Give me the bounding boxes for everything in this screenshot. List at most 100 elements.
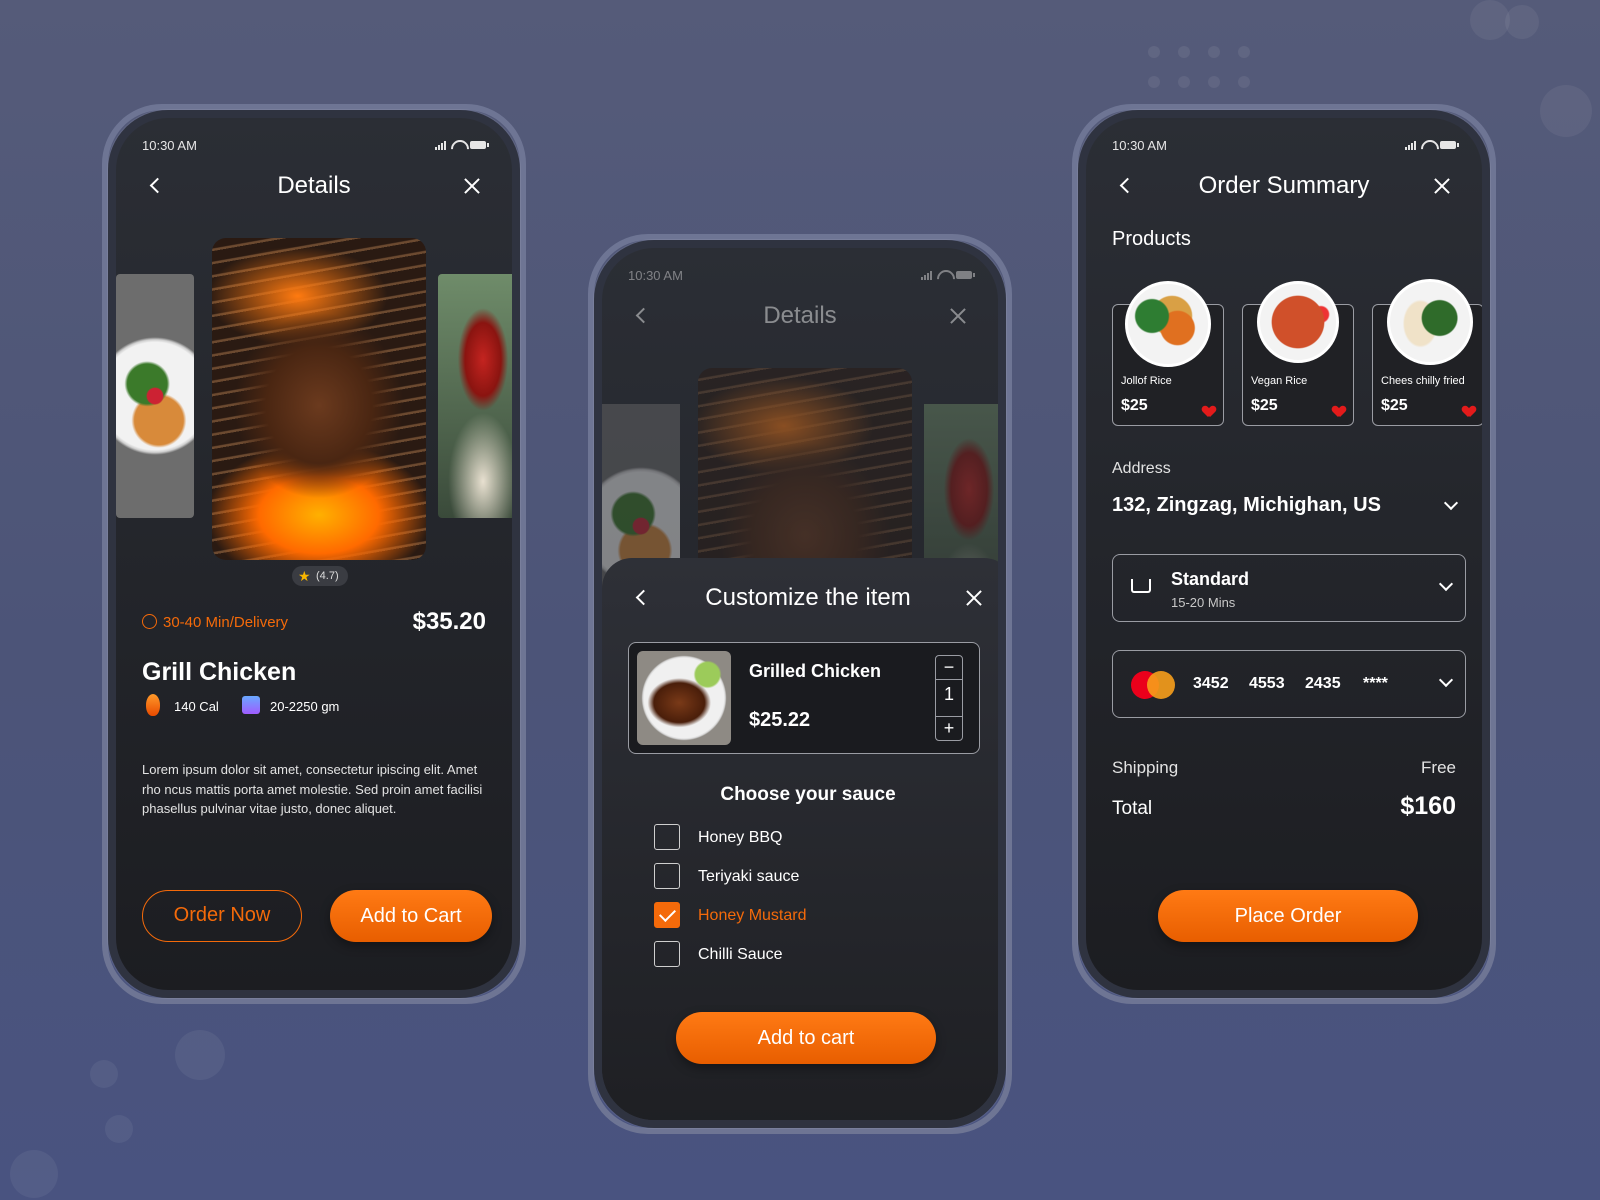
card-number-group: 3452 (1193, 675, 1229, 692)
shipping-option-name: Standard (1171, 569, 1250, 589)
scale-icon (242, 696, 260, 714)
heart-icon[interactable] (1463, 406, 1475, 417)
add-to-cart-button[interactable]: Add to cart (676, 1012, 936, 1064)
item-name: Grilled Chicken (749, 661, 882, 681)
background-circle (175, 1030, 225, 1080)
product-name: Vegan Rice (1251, 375, 1308, 387)
phone-details: 10:30 AM Details ★ (4.7) 30-40 Min/Deliv… (108, 110, 520, 998)
customize-screen: 10:30 AM Details Customize the item Gril… (602, 248, 998, 1120)
checkbox-checked[interactable] (654, 902, 680, 928)
checkbox[interactable] (654, 941, 680, 967)
background-circle (1505, 5, 1539, 39)
background-dot (1148, 76, 1160, 88)
background-dot (1148, 46, 1160, 58)
rating-badge: ★ (4.7) (292, 566, 348, 586)
page-title: Details (277, 172, 351, 199)
wifi-icon (1421, 140, 1435, 150)
nav-bar: Order Summary (1106, 166, 1462, 206)
total-label: Total (1112, 798, 1153, 819)
sauce-option[interactable]: Teriyaki sauce (654, 863, 954, 891)
signal-icon (1405, 140, 1416, 150)
product-card[interactable]: Chees chilly fried $25 (1372, 279, 1482, 426)
food-image-main[interactable] (212, 238, 426, 560)
star-icon: ★ (298, 568, 311, 584)
shipping-value: Free (1421, 758, 1456, 777)
sauce-option[interactable]: Honey Mustard (654, 902, 954, 930)
food-image-right[interactable] (438, 274, 512, 518)
sheet-close-icon[interactable] (964, 588, 984, 608)
shipping-option-time: 15-20 Mins (1171, 595, 1236, 610)
product-image (1125, 281, 1211, 367)
description: Lorem ipsum dolor sit amet, consectetur … (142, 762, 483, 816)
sauce-label: Honey Mustard (698, 907, 807, 924)
chevron-down-icon[interactable] (1442, 496, 1460, 514)
shipping-label: Shipping (1112, 758, 1179, 777)
checkbox[interactable] (654, 863, 680, 889)
battery-icon (1440, 141, 1459, 149)
fire-icon (146, 694, 160, 716)
sauce-heading: Choose your sauce (720, 784, 896, 805)
product-card[interactable]: Vegan Rice $25 (1242, 281, 1354, 426)
status-time: 10:30 AM (628, 268, 683, 283)
chevron-down-icon[interactable] (1437, 673, 1455, 691)
signal-icon (435, 140, 446, 150)
background-dot (1178, 46, 1190, 58)
wifi-icon (451, 140, 465, 150)
product-name: Chees chilly fried (1381, 375, 1465, 387)
background-dot (1238, 46, 1250, 58)
sauce-option[interactable]: Chilli Sauce (654, 941, 954, 969)
plus-button[interactable]: + (936, 716, 962, 740)
order-now-button[interactable]: Order Now (142, 890, 302, 942)
background-circle (90, 1060, 118, 1088)
product-price: $25 (1121, 397, 1148, 414)
quantity-value: 1 (943, 684, 954, 704)
item-card: Grilled Chicken $25.22 − 1 + (628, 642, 980, 754)
add-to-cart-button[interactable]: Add to Cart (330, 890, 492, 942)
phone-order-summary: 10:30 AM Order Summary Products Jollof R… (1078, 110, 1490, 998)
address-label: Address (1112, 460, 1171, 477)
details-screen: 10:30 AM Details ★ (4.7) 30-40 Min/Deliv… (116, 118, 512, 990)
nav-bar: Details (622, 296, 978, 336)
sauce-label: Honey BBQ (698, 829, 783, 846)
background-circle (1470, 0, 1510, 40)
wifi-icon (937, 270, 951, 280)
background-circle (105, 1115, 133, 1143)
background-circle (1540, 85, 1592, 137)
background-dot (1208, 76, 1220, 88)
mastercard-icon (1131, 671, 1175, 699)
sauce-label: Teriyaki sauce (698, 868, 800, 885)
battery-icon (956, 271, 975, 279)
product-card[interactable]: Jollof Rice $25 (1112, 281, 1224, 426)
item-price: $25.22 (749, 709, 811, 731)
payment-card-selector[interactable]: 3452 4553 2435 **** (1112, 650, 1466, 718)
status-bar: 10:30 AM (628, 268, 975, 284)
minus-button[interactable]: − (936, 656, 962, 680)
product-name: Jollof Rice (1121, 375, 1172, 387)
status-bar: 10:30 AM (1112, 138, 1459, 154)
heart-icon[interactable] (1203, 406, 1215, 417)
shipping-option-selector[interactable]: Standard 15-20 Mins (1112, 554, 1466, 622)
close-icon[interactable] (1432, 176, 1452, 196)
quantity-stepper: − 1 + (935, 655, 963, 741)
close-icon (948, 306, 968, 326)
heart-icon[interactable] (1333, 406, 1345, 417)
background-dot (1208, 46, 1220, 58)
sauce-option[interactable]: Honey BBQ (654, 824, 954, 852)
cart-icon (1131, 579, 1151, 593)
status-time: 10:30 AM (142, 138, 197, 153)
phone-customize: 10:30 AM Details Customize the item Gril… (594, 240, 1006, 1128)
chevron-down-icon[interactable] (1437, 577, 1455, 595)
checkbox[interactable] (654, 824, 680, 850)
products-label: Products (1112, 228, 1191, 250)
close-icon[interactable] (462, 176, 482, 196)
address-value: 132, Zingzag, Michighan, US (1112, 494, 1381, 516)
food-image-left[interactable] (116, 274, 194, 518)
place-order-button[interactable]: Place Order (1158, 890, 1418, 942)
signal-icon (921, 270, 932, 280)
total-value: $160 (1400, 792, 1456, 820)
card-number-group: 4553 (1249, 675, 1285, 692)
item-name: Grill Chicken (142, 658, 297, 686)
item-image (637, 651, 731, 745)
product-price: $25 (1251, 397, 1278, 414)
address-selector[interactable]: 132, Zingzag, Michighan, US (1112, 488, 1468, 524)
